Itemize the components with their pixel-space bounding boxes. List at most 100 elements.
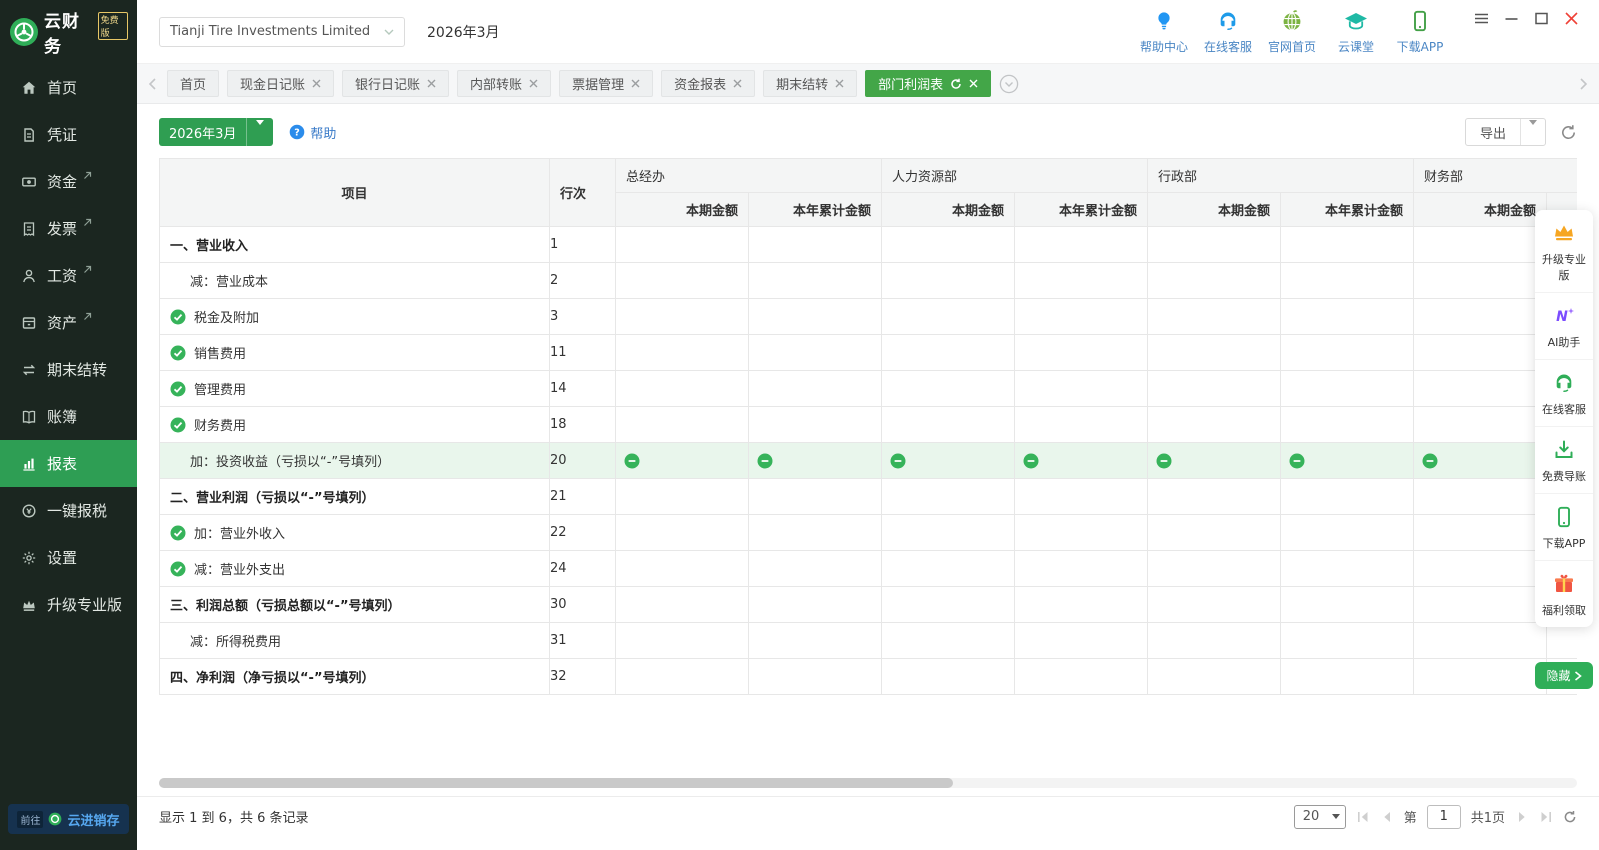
- table-row[interactable]: 二、营业利润（亏损以“-”号填列） 21: [160, 479, 1578, 515]
- table-row[interactable]: 减：所得税费用 31: [160, 623, 1578, 659]
- tab[interactable]: 首页: [167, 70, 219, 97]
- amount-cell[interactable]: [749, 515, 882, 551]
- sidebar-item-tax-filing[interactable]: 一键报税: [0, 487, 137, 534]
- minimize-icon[interactable]: [1504, 11, 1519, 26]
- tab-close-icon[interactable]: [312, 79, 321, 88]
- collapse-minus-icon[interactable]: [624, 453, 640, 469]
- amount-cell[interactable]: [1414, 335, 1547, 371]
- amount-cell[interactable]: [1414, 299, 1547, 335]
- tab[interactable]: 期末结转: [763, 70, 857, 97]
- collapse-minus-icon[interactable]: [890, 453, 906, 469]
- amount-cell[interactable]: [616, 335, 749, 371]
- collapse-minus-icon[interactable]: [1023, 453, 1039, 469]
- close-icon[interactable]: [1564, 11, 1579, 26]
- amount-cell[interactable]: [882, 227, 1015, 263]
- table-row[interactable]: 减：营业外支出 24: [160, 551, 1578, 587]
- amount-cell[interactable]: [1148, 479, 1281, 515]
- amount-cell[interactable]: [882, 623, 1015, 659]
- previous-page-icon[interactable]: [1380, 810, 1394, 824]
- table-row[interactable]: 减：营业成本 2: [160, 263, 1578, 299]
- tab[interactable]: 部门利润表: [865, 70, 991, 97]
- tab-close-icon[interactable]: [427, 79, 436, 88]
- amount-cell[interactable]: [1015, 299, 1148, 335]
- amount-cell[interactable]: [882, 479, 1015, 515]
- amount-cell[interactable]: [1281, 623, 1414, 659]
- last-page-icon[interactable]: [1539, 810, 1553, 824]
- amount-cell[interactable]: [616, 479, 749, 515]
- amount-cell[interactable]: [1015, 407, 1148, 443]
- amount-cell[interactable]: [616, 407, 749, 443]
- amount-cell[interactable]: [1414, 587, 1547, 623]
- amount-cell[interactable]: [882, 443, 1015, 479]
- tab-close-icon[interactable]: [835, 79, 844, 88]
- horizontal-scrollbar-thumb[interactable]: [159, 778, 953, 788]
- amount-cell[interactable]: [749, 227, 882, 263]
- amount-cell[interactable]: [749, 551, 882, 587]
- table-row[interactable]: 三、利润总额（亏损总额以“-”号填列） 30: [160, 587, 1578, 623]
- amount-cell[interactable]: [1414, 227, 1547, 263]
- company-selector[interactable]: Tianji Tire Investments Limited: [159, 17, 405, 47]
- collapse-minus-icon[interactable]: [1289, 453, 1305, 469]
- amount-cell[interactable]: [1015, 479, 1148, 515]
- amount-cell[interactable]: [1281, 263, 1414, 299]
- amount-cell[interactable]: [882, 371, 1015, 407]
- amount-cell[interactable]: [1281, 335, 1414, 371]
- amount-cell[interactable]: [616, 551, 749, 587]
- tab-scroll-left-icon[interactable]: [147, 78, 159, 90]
- amount-cell[interactable]: [749, 659, 882, 695]
- sidebar-item-payroll[interactable]: 工资: [0, 252, 137, 299]
- amount-cell[interactable]: [1015, 371, 1148, 407]
- refresh-icon[interactable]: [1560, 124, 1577, 141]
- sidebar-item-invoices[interactable]: 发票: [0, 205, 137, 252]
- sidebar-item-vouchers[interactable]: 凭证: [0, 111, 137, 158]
- amount-cell[interactable]: [1148, 515, 1281, 551]
- amount-cell[interactable]: [1015, 659, 1148, 695]
- amount-cell[interactable]: [1148, 587, 1281, 623]
- amount-cell[interactable]: [1281, 551, 1414, 587]
- amount-cell[interactable]: [749, 587, 882, 623]
- amount-cell[interactable]: [882, 299, 1015, 335]
- table-row[interactable]: 四、净利润（净亏损以“-”号填列） 32: [160, 659, 1578, 695]
- tab-close-icon[interactable]: [529, 79, 538, 88]
- float-free-import[interactable]: 免费导账: [1535, 427, 1593, 494]
- amount-cell[interactable]: [1148, 623, 1281, 659]
- amount-cell[interactable]: [1281, 371, 1414, 407]
- float-online-service[interactable]: 在线客服: [1535, 360, 1593, 427]
- sidebar-item-period-end[interactable]: 期末结转: [0, 346, 137, 393]
- amount-cell[interactable]: [1414, 371, 1547, 407]
- amount-cell[interactable]: [1015, 551, 1148, 587]
- tab-list-dropdown-icon[interactable]: [999, 74, 1019, 94]
- amount-cell[interactable]: [616, 263, 749, 299]
- amount-cell[interactable]: [1148, 407, 1281, 443]
- official-site-link[interactable]: 官网首页: [1260, 8, 1324, 55]
- table-row[interactable]: 财务费用 18: [160, 407, 1578, 443]
- table-row[interactable]: 管理费用 14: [160, 371, 1578, 407]
- amount-cell[interactable]: [1414, 263, 1547, 299]
- table-row[interactable]: 一、营业收入 1: [160, 227, 1578, 263]
- float-ai-assistant[interactable]: N AI助手: [1535, 293, 1593, 360]
- next-page-icon[interactable]: [1515, 810, 1529, 824]
- amount-cell[interactable]: [1281, 443, 1414, 479]
- page-size-select[interactable]: 20: [1294, 805, 1346, 829]
- amount-cell[interactable]: [749, 371, 882, 407]
- amount-cell[interactable]: [1281, 515, 1414, 551]
- tab-close-icon[interactable]: [631, 79, 640, 88]
- amount-cell[interactable]: [1015, 227, 1148, 263]
- amount-cell[interactable]: [616, 227, 749, 263]
- tab[interactable]: 票据管理: [559, 70, 653, 97]
- goto-inventory-button[interactable]: 前往 云进销存: [8, 804, 129, 834]
- amount-cell[interactable]: [1281, 407, 1414, 443]
- amount-cell[interactable]: [1148, 335, 1281, 371]
- amount-cell[interactable]: [1414, 659, 1547, 695]
- tab-refresh-icon[interactable]: [950, 78, 962, 90]
- amount-cell[interactable]: [1148, 659, 1281, 695]
- sidebar-item-reports[interactable]: 报表: [0, 440, 137, 487]
- amount-cell[interactable]: [1414, 623, 1547, 659]
- amount-cell[interactable]: [1547, 623, 1577, 659]
- amount-cell[interactable]: [749, 623, 882, 659]
- amount-cell[interactable]: [882, 407, 1015, 443]
- amount-cell[interactable]: [1281, 587, 1414, 623]
- float-upgrade-pro[interactable]: 升级专业版: [1535, 210, 1593, 293]
- amount-cell[interactable]: [1414, 443, 1547, 479]
- page-number-input[interactable]: [1427, 805, 1461, 829]
